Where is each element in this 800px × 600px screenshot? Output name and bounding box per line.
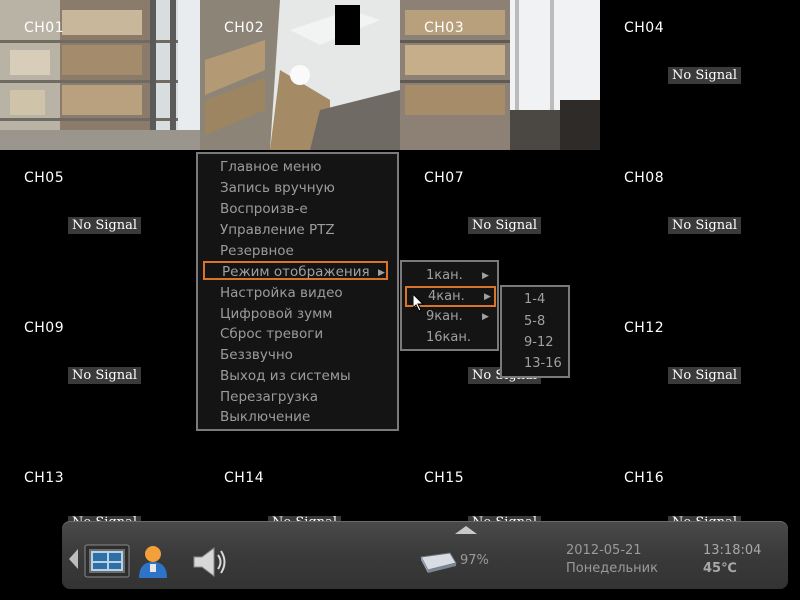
channel-cell-03[interactable]: CH03 [400, 0, 600, 150]
submenu-item-16ch[interactable]: 16кан. [426, 329, 471, 346]
menu-item-label: Режим отображения [222, 264, 370, 280]
menu-item-video-settings[interactable]: Настройка видео [220, 284, 343, 303]
display-icon[interactable] [84, 544, 130, 578]
user-icon[interactable] [137, 544, 169, 580]
menu-item-alarm-reset[interactable]: Сброс тревоги [220, 325, 323, 344]
menu-item-manual-record[interactable]: Запись вручную [220, 179, 335, 198]
channel-label: CH01 [24, 20, 65, 36]
channel-cell-08[interactable]: CH08 No Signal [600, 150, 800, 300]
no-signal-badge: No Signal [668, 67, 741, 84]
menu-item-shutdown[interactable]: Выключение [220, 408, 310, 427]
channel-label: CH13 [24, 470, 65, 486]
no-signal-badge: No Signal [68, 217, 141, 234]
menu-item-playback[interactable]: Воспроизв-е [220, 200, 308, 219]
main-menu: Главное меню Запись вручную Воспроизв-е … [196, 152, 399, 431]
submenu-item-1ch[interactable]: 1кан. ▶ [426, 267, 489, 284]
submenu-item-ch-5-8[interactable]: 5-8 [524, 314, 545, 329]
chevron-right-icon: ▶ [484, 292, 491, 302]
submenu-item-9ch[interactable]: 9кан. ▶ [426, 308, 489, 325]
channel-label: CH05 [24, 170, 65, 186]
channel-cell-04[interactable]: CH04 No Signal [600, 0, 800, 150]
channel-label: CH08 [624, 170, 665, 186]
menu-item-backup[interactable]: Резервное [220, 242, 294, 261]
channel-label: CH04 [624, 20, 665, 36]
menu-item-display-mode[interactable]: Режим отображения ▶ [203, 261, 388, 280]
channel-cell-05[interactable]: CH05 No Signal [0, 150, 200, 300]
channel-label: CH15 [424, 470, 465, 486]
channel-cell-02[interactable]: CH02 [200, 0, 400, 150]
channel-cell-12[interactable]: CH12 No Signal [600, 300, 800, 450]
channel-label: CH16 [624, 470, 665, 486]
chevron-right-icon: ▶ [482, 271, 489, 281]
chevron-right-icon: ▶ [378, 268, 385, 278]
no-signal-badge: No Signal [668, 367, 741, 384]
chevron-right-icon: ▶ [482, 312, 489, 322]
hdd-icon [420, 552, 457, 573]
menu-item-mute[interactable]: Беззвучно [220, 346, 293, 365]
no-signal-badge: No Signal [468, 217, 541, 234]
speaker-icon[interactable] [190, 545, 230, 579]
submenu-item-label: 9кан. [426, 309, 463, 324]
hdd-usage-label: 97% [460, 553, 489, 568]
time-label: 13:18:04 [703, 543, 762, 558]
submenu-item-label: 1кан. [426, 268, 463, 283]
menu-item-digital-zoom[interactable]: Цифровой зумм [220, 305, 332, 324]
channel-label: CH03 [424, 20, 465, 36]
submenu-item-ch-13-16[interactable]: 13-16 [524, 356, 562, 371]
channel-cell-01[interactable]: CH01 [0, 0, 200, 150]
channel-label: CH09 [24, 320, 65, 336]
no-signal-badge: No Signal [668, 217, 741, 234]
submenu-item-ch-1-4[interactable]: 1-4 [524, 292, 545, 307]
menu-item-logout[interactable]: Выход из системы [220, 367, 351, 386]
no-signal-badge: No Signal [68, 367, 141, 384]
channel-label: CH07 [424, 170, 465, 186]
menu-item-reboot[interactable]: Перезагрузка [220, 388, 318, 407]
channel-group-submenu: 1-4 5-8 9-12 13-16 [500, 285, 570, 378]
taskbar-collapse-arrow-icon[interactable] [69, 549, 78, 569]
submenu-item-label: 4кан. [428, 289, 465, 304]
submenu-item-ch-9-12[interactable]: 9-12 [524, 335, 554, 350]
channel-label: CH12 [624, 320, 665, 336]
taskbar-expand-arrow-icon[interactable] [455, 526, 477, 534]
channel-cell-09[interactable]: CH09 No Signal [0, 300, 200, 450]
channel-label: CH02 [224, 20, 265, 36]
menu-item-ptz-control[interactable]: Управление PTZ [220, 221, 335, 240]
menu-item-main-menu[interactable]: Главное меню [220, 158, 321, 177]
date-label: 2012-05-21 [566, 543, 642, 558]
temperature-label: 45℃ [703, 561, 737, 576]
weekday-label: Понедельник [566, 561, 658, 576]
channel-label: CH14 [224, 470, 265, 486]
mouse-cursor-icon [413, 294, 425, 312]
